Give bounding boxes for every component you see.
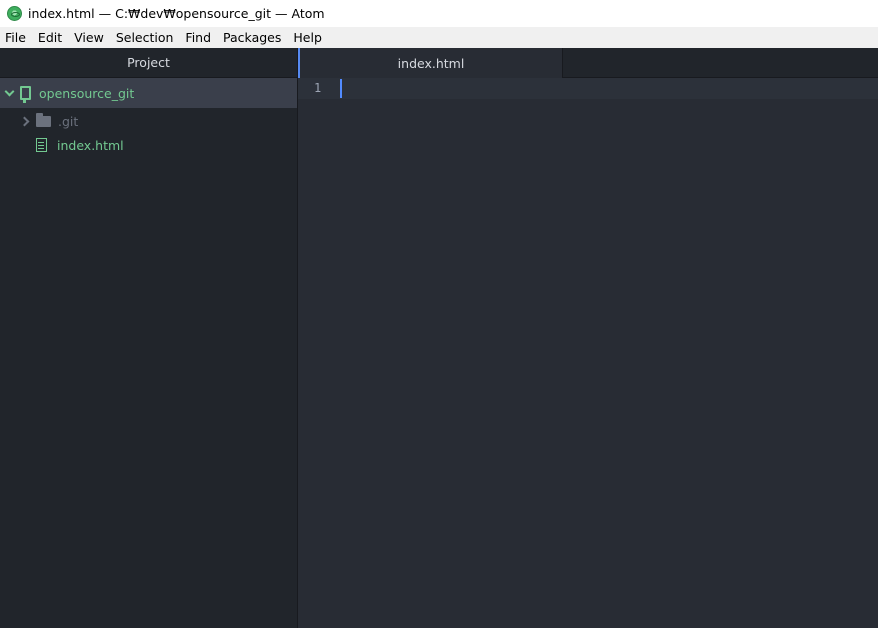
menu-file[interactable]: File [5,30,26,45]
menu-find[interactable]: Find [185,30,211,45]
menu-edit[interactable]: Edit [38,30,62,45]
tree-root-project[interactable]: opensource_git [0,78,297,108]
tree-item-label: .git [58,113,79,129]
line-number: 1 [314,81,322,95]
atom-icon [7,6,22,21]
text-editor[interactable]: 1 [298,78,878,628]
text-cursor [340,79,342,98]
tree-item-label: index.html [57,137,124,153]
chevron-down-icon[interactable] [4,87,16,99]
tree-item-git-folder[interactable]: .git [0,109,297,133]
editor-tab-bar: index.html [298,48,878,78]
tree-root-label: opensource_git [39,85,135,101]
tree-item-index-html[interactable]: index.html [0,133,297,157]
chevron-right-icon[interactable] [20,115,32,127]
cursor-line-highlight [298,78,878,99]
tab-index-html[interactable]: index.html [298,48,563,78]
menu-help[interactable]: Help [293,30,322,45]
editor-pane: index.html 1 [298,48,878,628]
menu-view[interactable]: View [74,30,104,45]
file-text-icon [36,138,47,152]
menu-selection[interactable]: Selection [116,30,174,45]
tab-project[interactable]: Project [0,48,297,78]
menu-packages[interactable]: Packages [223,30,281,45]
menu-bar: File Edit View Selection Find Packages H… [0,27,878,48]
window-titlebar: index.html — C:₩dev₩opensource_git — Ato… [0,0,878,27]
folder-icon [36,112,51,127]
repo-icon [20,86,31,103]
tree-view-panel: Project opensource_git .git index.html [0,48,298,628]
window-title: index.html — C:₩dev₩opensource_git — Ato… [28,6,325,21]
